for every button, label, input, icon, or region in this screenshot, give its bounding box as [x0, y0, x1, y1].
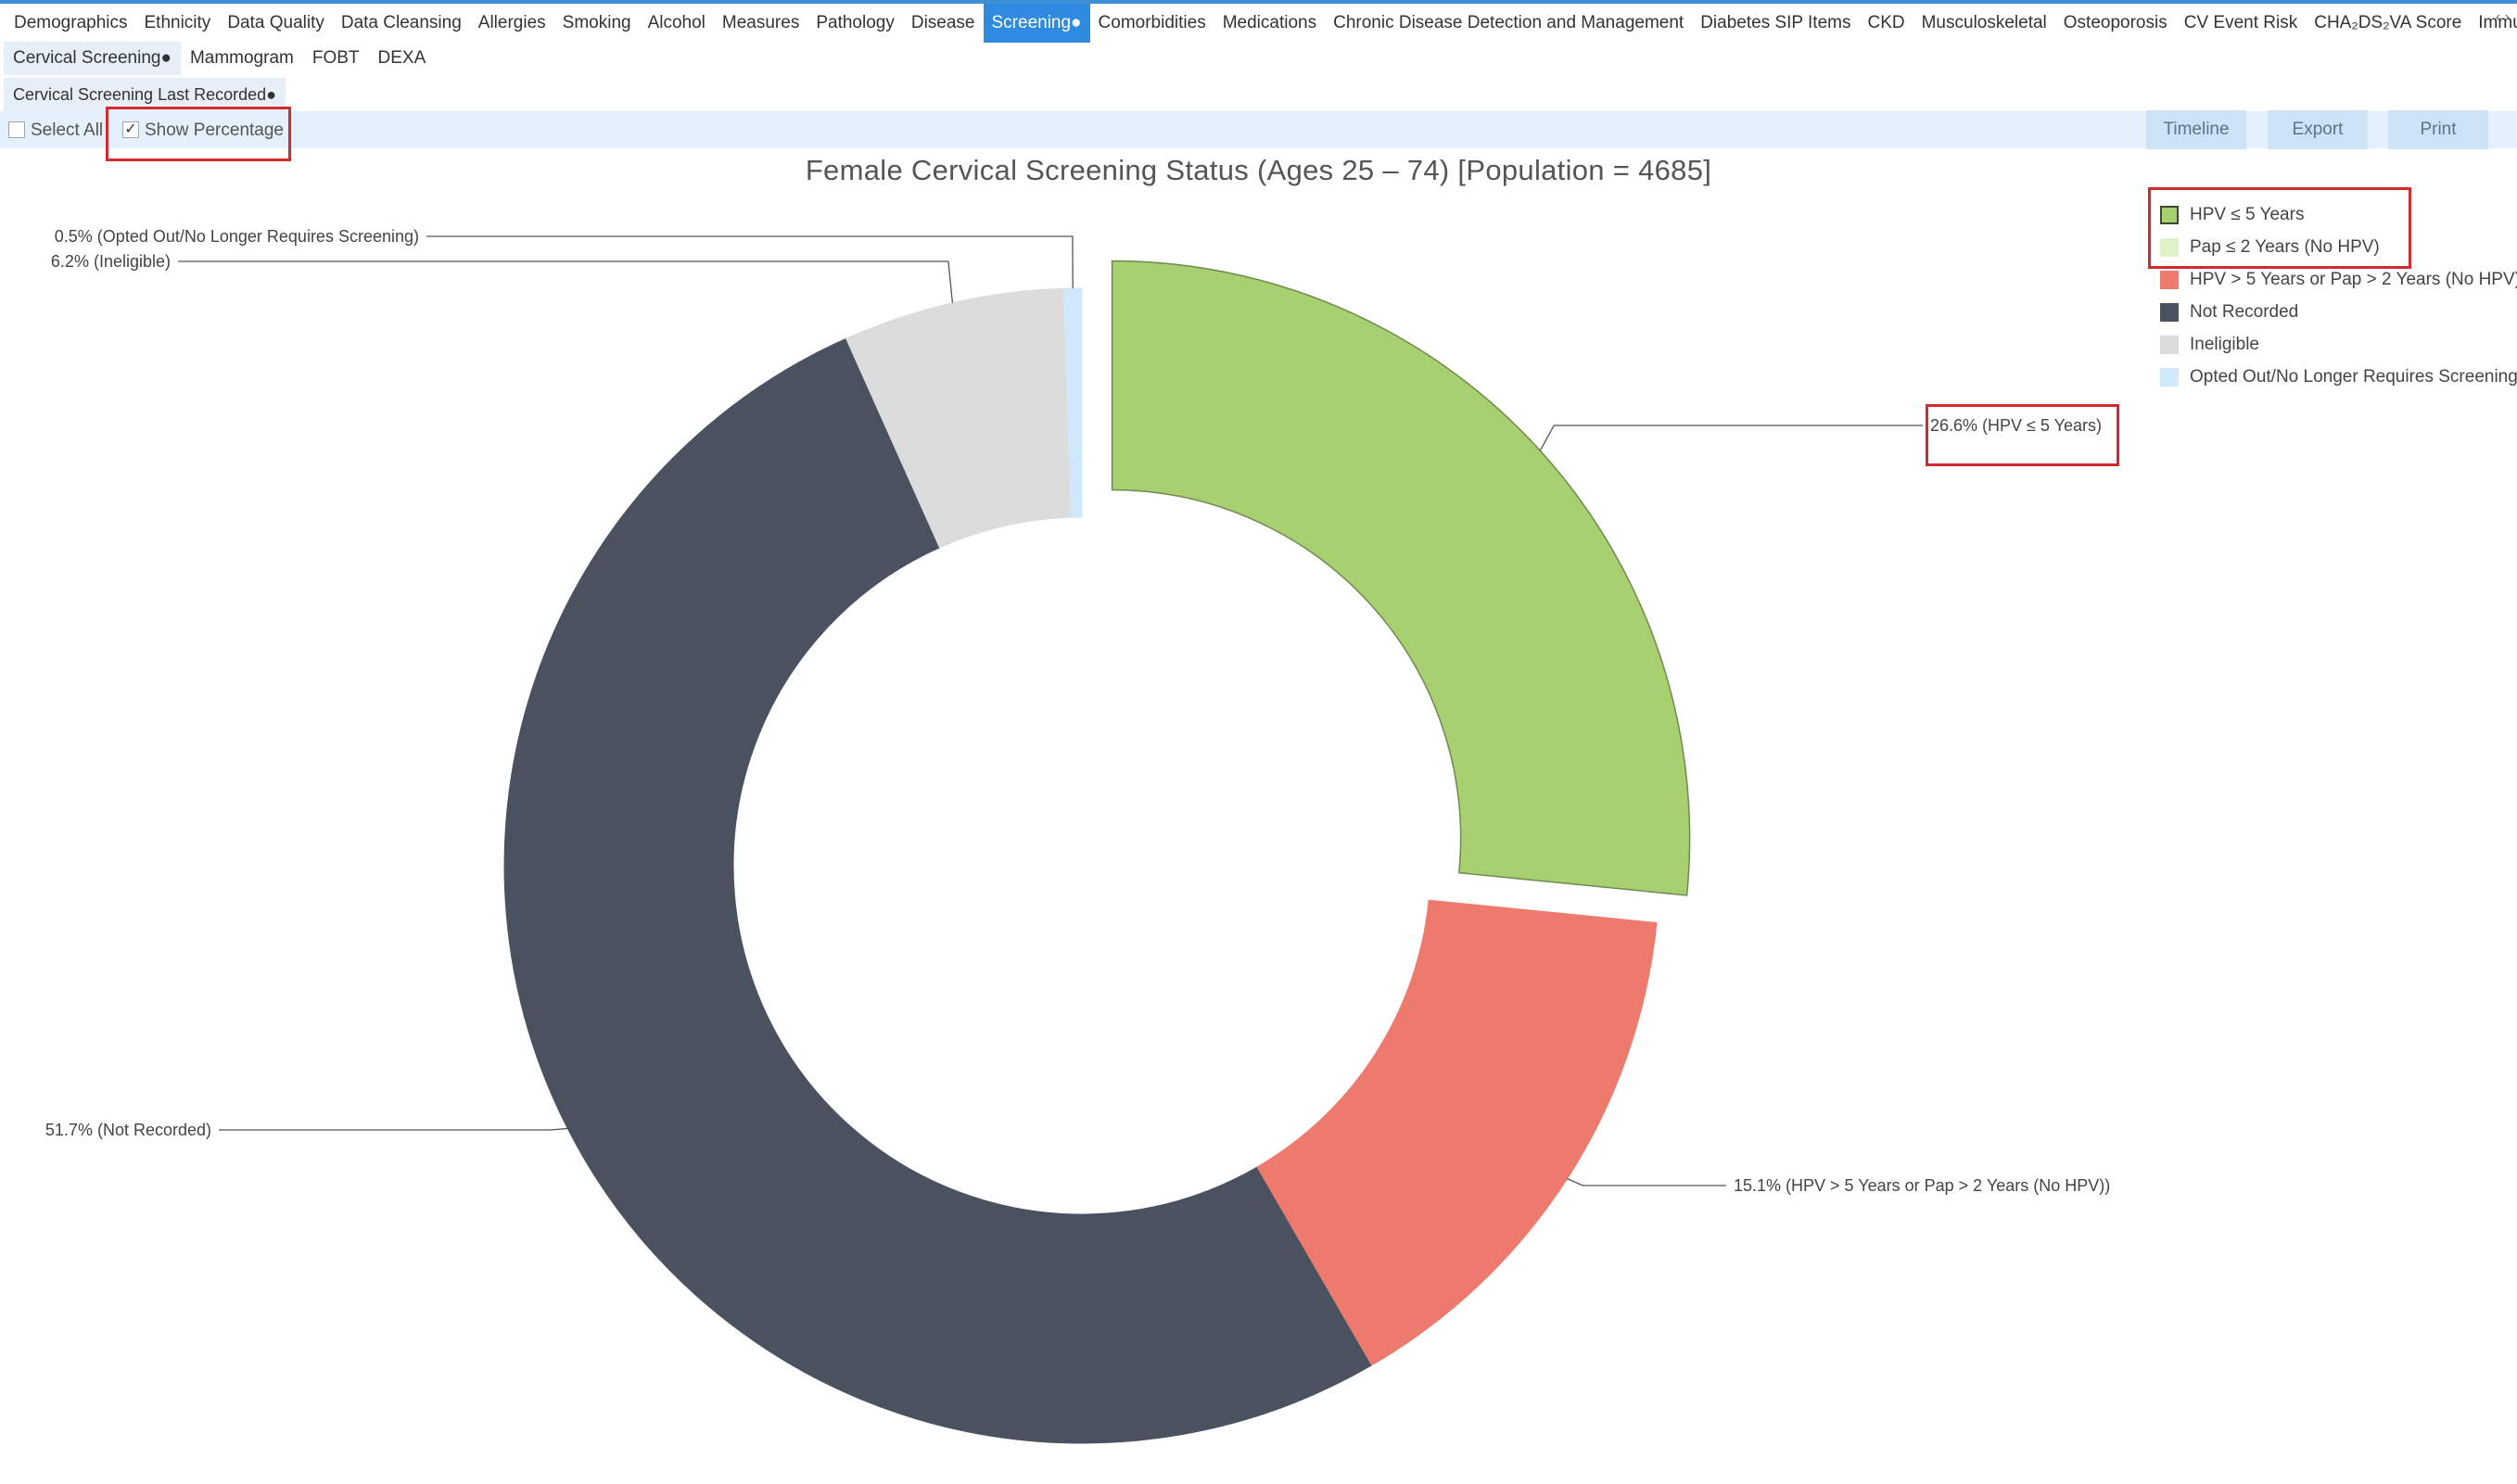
- legend-item-ineligible[interactable]: Ineligible: [2160, 328, 2517, 361]
- legend-label: Opted Out/No Longer Requires Screening: [2190, 367, 2517, 387]
- data-label-connector: [1539, 425, 1923, 451]
- legend-item-not-recorded[interactable]: Not Recorded: [2160, 296, 2517, 328]
- legend-swatch-hpv-gt-5: [2160, 271, 2179, 289]
- data-label: 15.1% (HPV > 5 Years or Pap > 2 Years (N…: [1734, 1176, 2110, 1195]
- data-label: 6.2% (Ineligible): [51, 252, 171, 271]
- legend-label: Ineligible: [2190, 335, 2259, 354]
- legend-swatch-opted-out: [2160, 368, 2179, 387]
- data-label: 0.5% (Opted Out/No Longer Requires Scree…: [55, 227, 419, 246]
- highlight-box-hpv-label: [1926, 404, 2119, 466]
- legend-item-opted-out[interactable]: Opted Out/No Longer Requires Screening: [2160, 361, 2517, 393]
- highlight-box-legend-top: [2148, 187, 2411, 269]
- data-label-connector: [426, 235, 1074, 289]
- data-label: 51.7% (Not Recorded): [45, 1121, 211, 1139]
- donut-chart: 26.6% (HPV ≤ 5 Years)15.1% (HPV > 5 Year…: [45, 227, 2110, 1444]
- data-label-connector: [178, 260, 954, 303]
- data-label-connector: [1567, 1178, 1726, 1186]
- legend-swatch-ineligible: [2160, 336, 2179, 354]
- legend-label: Not Recorded: [2190, 302, 2299, 322]
- data-label-connector: [219, 1127, 568, 1131]
- legend-label: HPV > 5 Years or Pap > 2 Years (No HPV): [2190, 270, 2517, 289]
- donut-slice[interactable]: [1111, 260, 1691, 896]
- legend-swatch-not-recorded: [2160, 303, 2179, 322]
